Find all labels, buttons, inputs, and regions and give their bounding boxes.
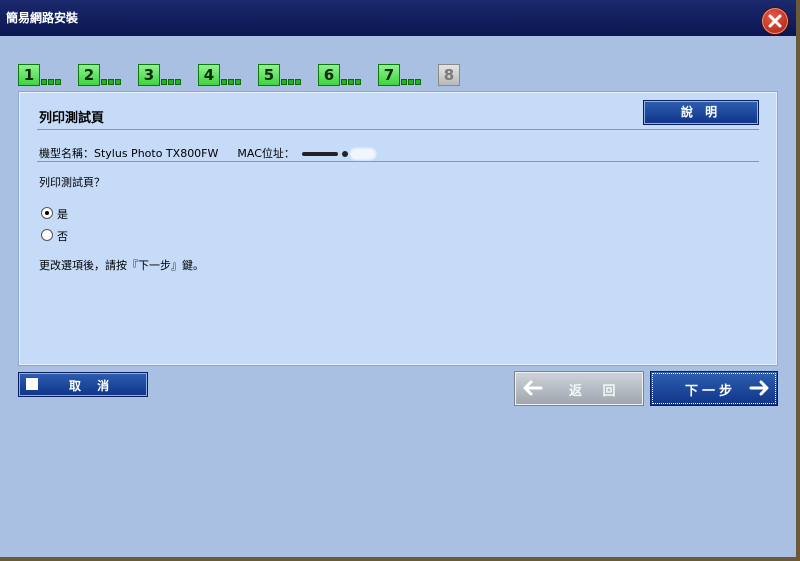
window-title: 簡易網路安裝 bbox=[6, 11, 79, 25]
device-info: 機型名稱：Stylus Photo TX800FW MAC位址： bbox=[39, 145, 377, 161]
step-3: 3 bbox=[138, 64, 184, 86]
setup-window: 簡易網路安裝 1 2 3 4 5 6 7 8 列印測試頁 說 明 機型名稱：St… bbox=[0, 0, 800, 561]
step-7: 7 bbox=[378, 64, 424, 86]
step-2: 2 bbox=[78, 64, 124, 86]
next-label: 下一步 bbox=[685, 384, 737, 399]
next-button[interactable]: 下一步 bbox=[650, 371, 778, 406]
back-button[interactable]: 返 回 bbox=[514, 371, 644, 406]
step-1: 1 bbox=[18, 64, 64, 86]
page-title: 列印測試頁 bbox=[39, 111, 105, 126]
step-dots bbox=[401, 79, 423, 85]
option-no-label: 否 bbox=[57, 230, 68, 243]
help-button[interactable]: 說 明 bbox=[643, 100, 759, 125]
step-dots bbox=[341, 79, 363, 85]
close-button[interactable] bbox=[761, 7, 789, 35]
option-yes-label: 是 bbox=[57, 208, 68, 221]
step-5: 5 bbox=[258, 64, 304, 86]
cancel-label: 取 消 bbox=[69, 379, 116, 393]
step-dots bbox=[41, 79, 63, 85]
step-dots bbox=[101, 79, 123, 85]
question-text: 列印測試頁？ bbox=[39, 176, 105, 189]
mac-redacted-value bbox=[300, 148, 377, 160]
square-icon bbox=[26, 378, 38, 390]
close-x-icon bbox=[768, 14, 782, 28]
mac-label: MAC位址： bbox=[237, 147, 295, 160]
instruction-text: 更改選項後，請按『下一步』鍵。 bbox=[39, 259, 204, 272]
model-value: Stylus Photo TX800FW bbox=[94, 147, 219, 160]
model-label: 機型名稱： bbox=[39, 147, 94, 160]
divider bbox=[37, 129, 759, 130]
step-dots bbox=[281, 79, 303, 85]
divider bbox=[37, 161, 759, 162]
radio-yes[interactable] bbox=[41, 207, 53, 219]
radio-no[interactable] bbox=[41, 229, 53, 241]
step-4: 4 bbox=[198, 64, 244, 86]
arrow-right-icon bbox=[749, 380, 769, 396]
step-dots bbox=[221, 79, 243, 85]
content-panel: 列印測試頁 說 明 機型名稱：Stylus Photo TX800FW MAC位… bbox=[18, 91, 778, 366]
arrow-left-icon bbox=[523, 380, 543, 396]
back-label: 返 回 bbox=[569, 384, 624, 399]
title-bar: 簡易網路安裝 bbox=[0, 0, 796, 36]
step-8: 8 bbox=[438, 64, 484, 86]
step-dots bbox=[161, 79, 183, 85]
cancel-button[interactable]: 取 消 bbox=[18, 372, 148, 397]
step-6: 6 bbox=[318, 64, 364, 86]
